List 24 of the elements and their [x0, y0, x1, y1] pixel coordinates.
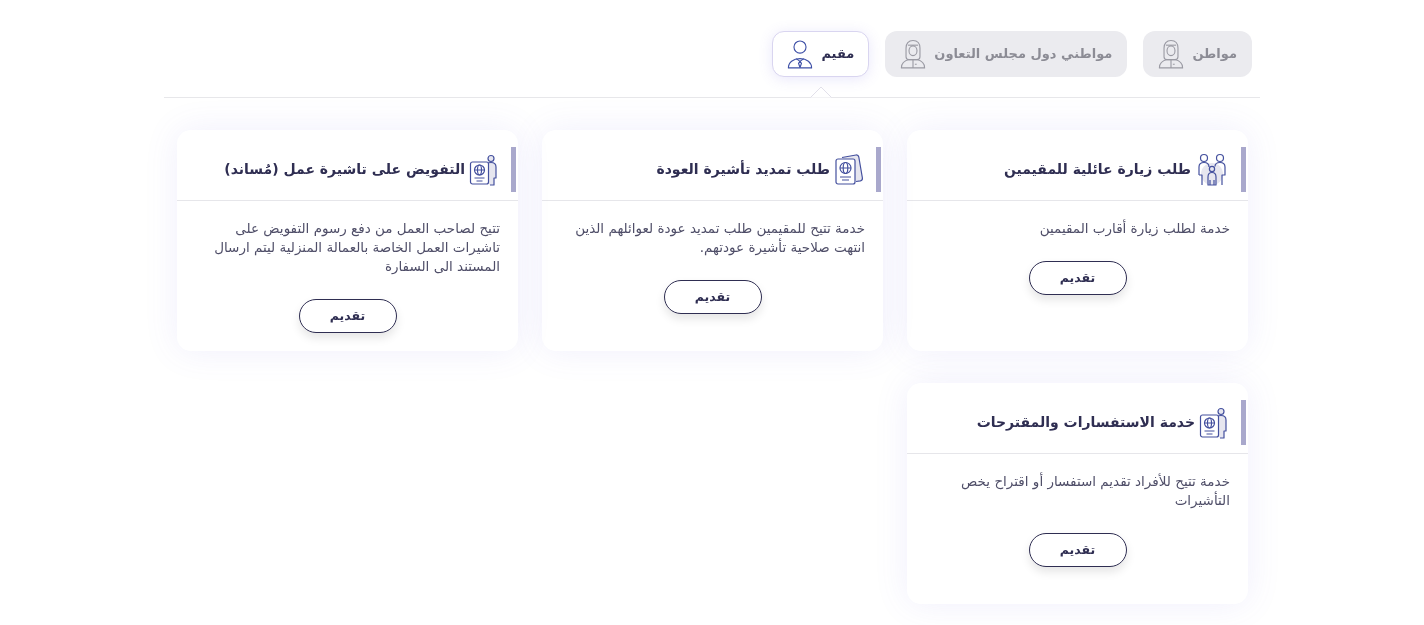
- family-icon: [1195, 152, 1229, 187]
- card-title: خدمة الاستفسارات والمقترحات: [976, 413, 1195, 433]
- passport-person-icon: [469, 153, 499, 186]
- card-description: خدمة تتيح للمقيمين طلب تمديد عودة لعوائلهم الذين انتهت صلاحية تأشيرة عودتهم.: [574, 219, 865, 257]
- accent-bar: [511, 147, 516, 192]
- apply-button[interactable]: تقديم: [1028, 261, 1127, 295]
- passport-icon: [834, 153, 864, 186]
- headdress-person-icon: [1158, 39, 1185, 69]
- apply-button[interactable]: تقديم: [1028, 533, 1127, 567]
- passport-person-icon: [1199, 406, 1229, 439]
- card-title: طلب زيارة عائلية للمقيمين: [1003, 160, 1191, 180]
- accent-bar: [876, 147, 881, 192]
- accent-bar: [1241, 147, 1246, 192]
- person-tie-icon: [787, 39, 814, 69]
- card-description: خدمة تتيح للأفراد تقديم استفسار أو اقتراح يخص التأشيرات: [960, 472, 1230, 510]
- card-description: خدمة لطلب زيارة أقارب المقيمين: [1038, 219, 1230, 238]
- apply-button[interactable]: تقديم: [663, 280, 762, 314]
- card-title: طلب تمديد تأشيرة العودة: [656, 159, 830, 180]
- headdress-person-icon: [900, 39, 927, 69]
- card-description: تتيح لصاحب العمل من دفع رسوم التفويض على تاشيرات العمل الخاصة بالعمالة المنزلية ليتم ارسال المستند الى السفارة: [213, 219, 500, 276]
- card-title: التفويض على تاشيرة عمل (مُساند): [224, 160, 465, 180]
- accent-bar: [1241, 400, 1246, 445]
- tab[interactable]: مقيم: [772, 31, 870, 77]
- apply-button[interactable]: تقديم: [298, 299, 397, 333]
